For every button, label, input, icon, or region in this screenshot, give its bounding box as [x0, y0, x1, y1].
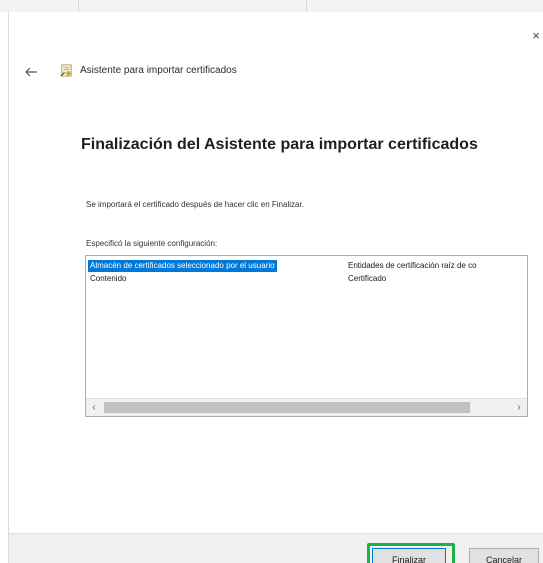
- settings-list[interactable]: Almacén de certificados seleccionado por…: [85, 255, 528, 417]
- list-item-store[interactable]: Almacén de certificados seleccionado por…: [86, 260, 527, 272]
- button-bar: Finalizar Cancelar: [9, 533, 543, 563]
- scroll-right-icon[interactable]: ›: [511, 399, 527, 416]
- list-item-content[interactable]: Contenido Certificado: [86, 273, 527, 285]
- background-window-edge: [0, 12, 8, 563]
- intro-text: Se importará el certificado después de h…: [86, 200, 304, 209]
- horizontal-scrollbar[interactable]: ‹ ›: [86, 398, 527, 416]
- back-arrow-icon[interactable]: [23, 66, 39, 78]
- settings-label: Especificó la siguiente configuración:: [86, 239, 218, 248]
- wizard-title: Asistente para importar certificados: [80, 65, 237, 76]
- import-wizard-dialog: × Asistente para importar certificados F…: [8, 12, 543, 563]
- finish-button[interactable]: Finalizar: [372, 548, 446, 563]
- cancel-button[interactable]: Cancelar: [469, 548, 539, 563]
- certificate-wizard-icon: [60, 64, 72, 77]
- setting-name: Contenido: [90, 274, 127, 283]
- background-divider: [78, 0, 79, 12]
- page-title: Finalización del Asistente para importar…: [81, 136, 478, 153]
- setting-value: Certificado: [348, 274, 387, 283]
- scrollbar-thumb[interactable]: [104, 402, 470, 413]
- close-icon[interactable]: ×: [530, 29, 542, 42]
- screen: × Asistente para importar certificados F…: [0, 0, 543, 563]
- scroll-left-icon[interactable]: ‹: [86, 399, 102, 416]
- setting-value: Entidades de certificación raíz de co: [348, 261, 477, 270]
- background-divider: [306, 0, 307, 12]
- setting-name: Almacén de certificados seleccionado por…: [88, 260, 277, 272]
